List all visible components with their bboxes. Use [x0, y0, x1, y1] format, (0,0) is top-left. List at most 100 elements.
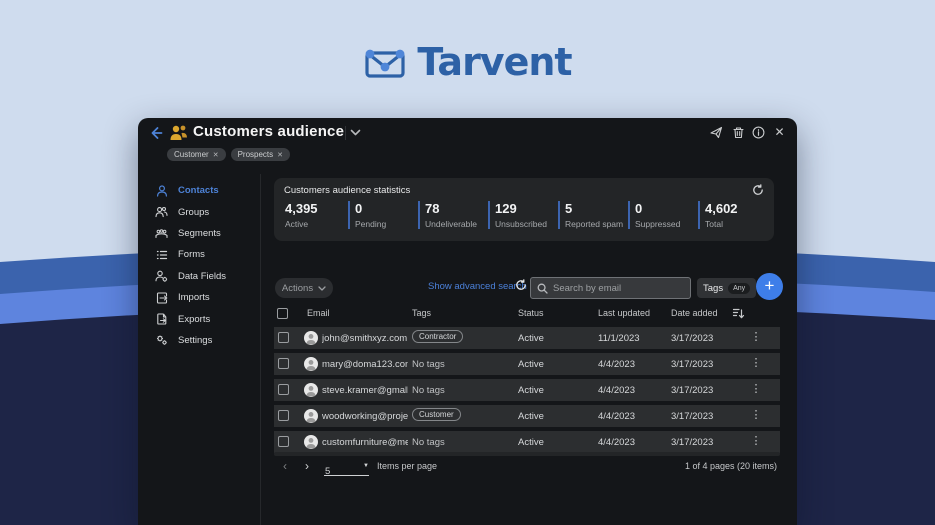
row-checkbox[interactable] — [278, 384, 289, 395]
person-icon — [155, 184, 168, 197]
page-size-select[interactable]: 5 ▼ — [325, 461, 369, 479]
sidebar-item-label: Data Fields — [178, 271, 226, 282]
chip-remove-icon[interactable]: ✕ — [277, 151, 283, 159]
chip-label: Prospects — [238, 150, 274, 159]
gears-icon — [155, 334, 168, 347]
email-cell: mary@doma123.com — [322, 359, 408, 370]
last-updated-cell: 4/4/2023 — [598, 437, 635, 448]
items-per-page-label: Items per page — [377, 461, 437, 471]
last-updated-cell: 4/4/2023 — [598, 385, 635, 396]
sidebar-item-segments[interactable]: Segments — [138, 223, 260, 244]
sidebar: Contacts Groups Segments Forms Data Fiel… — [138, 180, 260, 351]
filter-chip-customer[interactable]: Customer ✕ — [167, 148, 226, 161]
chip-remove-icon[interactable]: ✕ — [213, 151, 219, 159]
sidebar-item-forms[interactable]: Forms — [138, 244, 260, 265]
tag-pill: Contractor — [412, 330, 463, 343]
tags-filter-button[interactable]: Tags Any — [697, 278, 756, 298]
window-header: Customers audience ✕ — [138, 118, 797, 148]
sidebar-item-data-fields[interactable]: Data Fields — [138, 266, 260, 287]
next-page-button[interactable]: › — [305, 459, 309, 473]
refresh-icon[interactable] — [515, 279, 527, 291]
email-cell: woodworking@projec… — [322, 411, 408, 422]
table-horizontal-scrollbar[interactable] — [274, 452, 780, 456]
send-icon[interactable] — [710, 126, 723, 139]
refresh-icon[interactable] — [752, 184, 764, 196]
sidebar-item-groups[interactable]: Groups — [138, 201, 260, 222]
show-advanced-search-link[interactable]: Show advanced search — [428, 281, 527, 292]
avatar — [304, 409, 318, 423]
sidebar-item-label: Groups — [178, 207, 209, 218]
search-box — [530, 277, 691, 299]
pagination-summary: 1 of 4 pages (20 items) — [685, 461, 777, 471]
stat-undeliverable: 78 Undeliverable — [418, 201, 488, 229]
row-menu-dots-icon[interactable]: ⋮ — [749, 408, 763, 424]
email-cell: customfurniture@mes… — [322, 437, 408, 448]
actions-button[interactable]: Actions — [275, 278, 333, 298]
column-header-date-added: Date added — [671, 308, 718, 318]
table-row[interactable]: steve.kramer@gmallh… No tags Active 4/4/… — [274, 379, 780, 401]
search-input[interactable] — [553, 283, 684, 294]
forms-list-icon — [155, 248, 168, 261]
stat-active: 4,395 Active — [280, 201, 348, 229]
person-gear-icon — [155, 270, 168, 283]
statistics-title: Customers audience statistics — [284, 185, 410, 196]
table-row[interactable]: john@smithxyz.com Contractor Active 11/1… — [274, 327, 780, 349]
avatar — [304, 435, 318, 449]
date-added-cell: 3/17/2023 — [671, 411, 713, 422]
tags-cell: No tags — [412, 385, 445, 396]
add-contact-button[interactable]: + — [756, 273, 783, 300]
chip-label: Customer — [174, 150, 209, 159]
last-updated-cell: 4/4/2023 — [598, 359, 635, 370]
sidebar-item-contacts[interactable]: Contacts — [138, 180, 260, 201]
column-header-last-updated: Last updated — [598, 308, 650, 318]
tag-pill: Customer — [412, 408, 461, 421]
row-checkbox[interactable] — [278, 332, 289, 343]
table-row[interactable]: woodworking@projec… Customer Active 4/4/… — [274, 405, 780, 427]
avatar — [304, 331, 318, 345]
stat-total: 4,602 Total — [698, 201, 768, 229]
row-menu-dots-icon[interactable]: ⋮ — [749, 330, 763, 346]
row-checkbox[interactable] — [278, 436, 289, 447]
search-icon — [537, 283, 548, 294]
back-arrow-button[interactable] — [148, 125, 164, 141]
date-added-cell: 3/17/2023 — [671, 437, 713, 448]
date-added-cell: 3/17/2023 — [671, 385, 713, 396]
sidebar-item-label: Settings — [178, 335, 212, 346]
audience-switcher-chevron-down-icon[interactable] — [350, 129, 361, 136]
info-icon[interactable] — [752, 126, 765, 139]
sidebar-item-imports[interactable]: Imports — [138, 287, 260, 308]
close-icon[interactable]: ✕ — [773, 126, 786, 139]
logo-text: Tarvent — [417, 40, 571, 84]
row-menu-dots-icon[interactable]: ⋮ — [749, 434, 763, 450]
row-checkbox[interactable] — [278, 410, 289, 421]
caret-down-icon: ▼ — [363, 463, 369, 469]
status-cell: Active — [518, 385, 544, 396]
sidebar-item-label: Segments — [178, 228, 221, 239]
sidebar-item-settings[interactable]: Settings — [138, 330, 260, 351]
logo: Tarvent — [0, 40, 935, 84]
sidebar-divider — [260, 174, 261, 525]
envelope-logo-icon — [363, 45, 407, 79]
column-header-status: Status — [518, 308, 544, 318]
row-menu-dots-icon[interactable]: ⋮ — [749, 382, 763, 398]
email-cell: john@smithxyz.com — [322, 333, 407, 344]
sidebar-item-exports[interactable]: Exports — [138, 308, 260, 329]
row-menu-dots-icon[interactable]: ⋮ — [749, 356, 763, 372]
previous-page-button[interactable]: ‹ — [283, 459, 287, 473]
sort-icon[interactable] — [732, 307, 745, 320]
sidebar-item-label: Forms — [178, 249, 205, 260]
groups-icon — [155, 206, 168, 219]
statistics-panel: Customers audience statistics 4,395 Acti… — [274, 178, 774, 241]
statistics-row: 4,395 Active 0 Pending 78 Undeliverable … — [280, 201, 768, 229]
trash-icon[interactable] — [732, 126, 745, 139]
stat-reported-spam: 5 Reported spam — [558, 201, 628, 229]
import-icon — [155, 291, 168, 304]
row-checkbox[interactable] — [278, 358, 289, 369]
audience-window: Customers audience ✕ Customer ✕ Prospect… — [138, 118, 797, 525]
filter-chip-prospects[interactable]: Prospects ✕ — [231, 148, 290, 161]
table-row[interactable]: customfurniture@mes… No tags Active 4/4/… — [274, 431, 780, 453]
date-added-cell: 3/17/2023 — [671, 359, 713, 370]
status-cell: Active — [518, 411, 544, 422]
select-all-checkbox[interactable] — [277, 308, 288, 319]
table-row[interactable]: mary@doma123.com No tags Active 4/4/2023… — [274, 353, 780, 375]
